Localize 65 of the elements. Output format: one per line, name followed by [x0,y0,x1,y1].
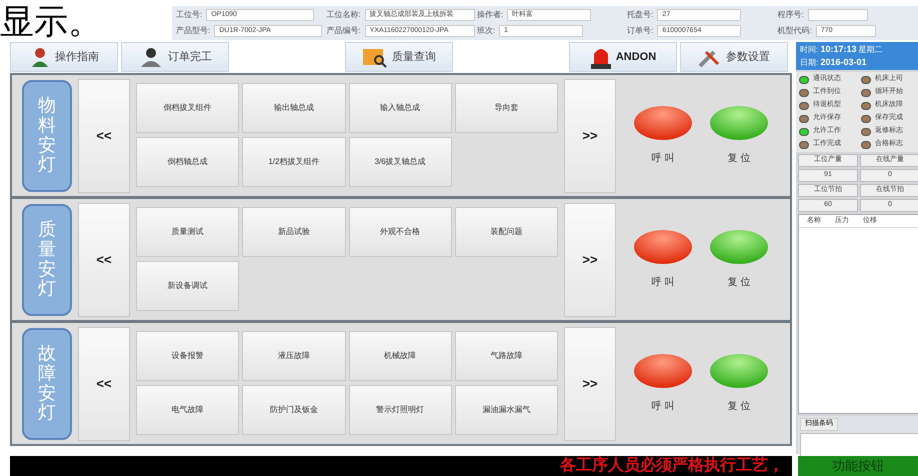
field-label: 产品型号: [176,25,210,37]
call-option-button[interactable]: 倒档拔叉组件 [136,82,240,132]
previous-button[interactable]: << [78,78,130,192]
field-label: 机型代码: [778,25,812,37]
call-option-button[interactable]: 导向套 [454,82,558,132]
call-button[interactable]: 呼 叫 [632,105,694,166]
call-option-button[interactable]: 1/2档拔叉组件 [242,137,346,187]
indicator-light-icon [709,105,769,141]
tab[interactable]: 操作指南 [10,42,118,72]
call-option-button[interactable]: 漏油漏水漏气 [454,385,558,435]
call-option-button[interactable]: 装配问题 [454,206,558,256]
field-label: 程序号: [778,9,804,21]
call-button[interactable]: 呼 叫 [632,229,694,290]
scan-field[interactable] [800,432,918,458]
call-option-button[interactable]: 输入轴总成 [348,82,452,132]
indicator-light-icon [633,353,693,389]
call-option-button[interactable]: 防护门及钣金 [242,385,346,435]
field-label: 产品编号: [326,25,361,37]
call-option-button[interactable]: 警示灯照明灯 [348,385,452,435]
date-text: 日期: 2016-03-01 [800,56,868,69]
call-option-button[interactable]: 3/6拔叉轴总成 [348,137,452,187]
tab[interactable]: ANDON [569,42,677,72]
call-option-button[interactable]: 机械故障 [348,330,452,380]
category-label: 故障安灯 [22,328,72,440]
indicator-light-icon [709,353,769,389]
field-label: 工位号: [176,9,202,21]
call-option-button[interactable]: 倒档轴总成 [136,137,240,187]
call-option-button[interactable]: 电气故障 [136,385,240,435]
call-option-button[interactable]: 新设备调试 [136,261,240,311]
marquee-text: 各工序人员必须严格执行工艺， [560,455,784,476]
tab[interactable]: 参数设置 [680,42,788,72]
field-label: 托盘号: [627,9,654,21]
previous-button[interactable]: << [78,326,130,440]
indicator-light-icon [633,105,693,141]
category-label: 物料安灯 [22,80,72,192]
call-option-button[interactable]: 质量测试 [136,206,240,256]
call-option-button[interactable]: 输出轴总成 [242,82,346,132]
caption-text: 显示。 [0,4,102,40]
next-button[interactable]: >> [564,202,616,316]
time-text: 时间: 10:17:13 星期二 [800,42,884,56]
reset-button[interactable]: 复 位 [708,229,770,290]
tab[interactable]: 质量查询 [345,42,453,72]
call-option-button[interactable]: 新品试验 [242,206,346,256]
person-icon [29,46,51,68]
field-label: 班次: [476,25,496,37]
call-option-button[interactable]: 外观不合格 [348,206,452,256]
tab[interactable]: 订单完工 [121,42,229,72]
field-label: 订单号: [627,25,654,37]
call-option-button[interactable]: 气路故障 [454,330,558,380]
next-button[interactable]: >> [564,78,616,192]
previous-button[interactable]: << [78,202,130,316]
folder-search-icon [362,46,388,68]
call-option-button[interactable]: 设备报警 [136,330,240,380]
reset-button[interactable]: 复 位 [708,105,770,166]
field-label: 操作者: [476,9,504,21]
call-option-button[interactable]: 液压故障 [242,330,346,380]
field-label: 工位名称: [326,9,361,21]
category-label: 质量安灯 [22,204,72,316]
indicator-light-icon [709,229,769,265]
worker-icon [138,47,164,67]
info-field[interactable] [808,9,868,21]
call-button[interactable]: 呼 叫 [632,353,694,414]
reset-button[interactable]: 复 位 [708,353,770,414]
indicator-light-icon [633,229,693,265]
next-button[interactable]: >> [564,326,616,440]
